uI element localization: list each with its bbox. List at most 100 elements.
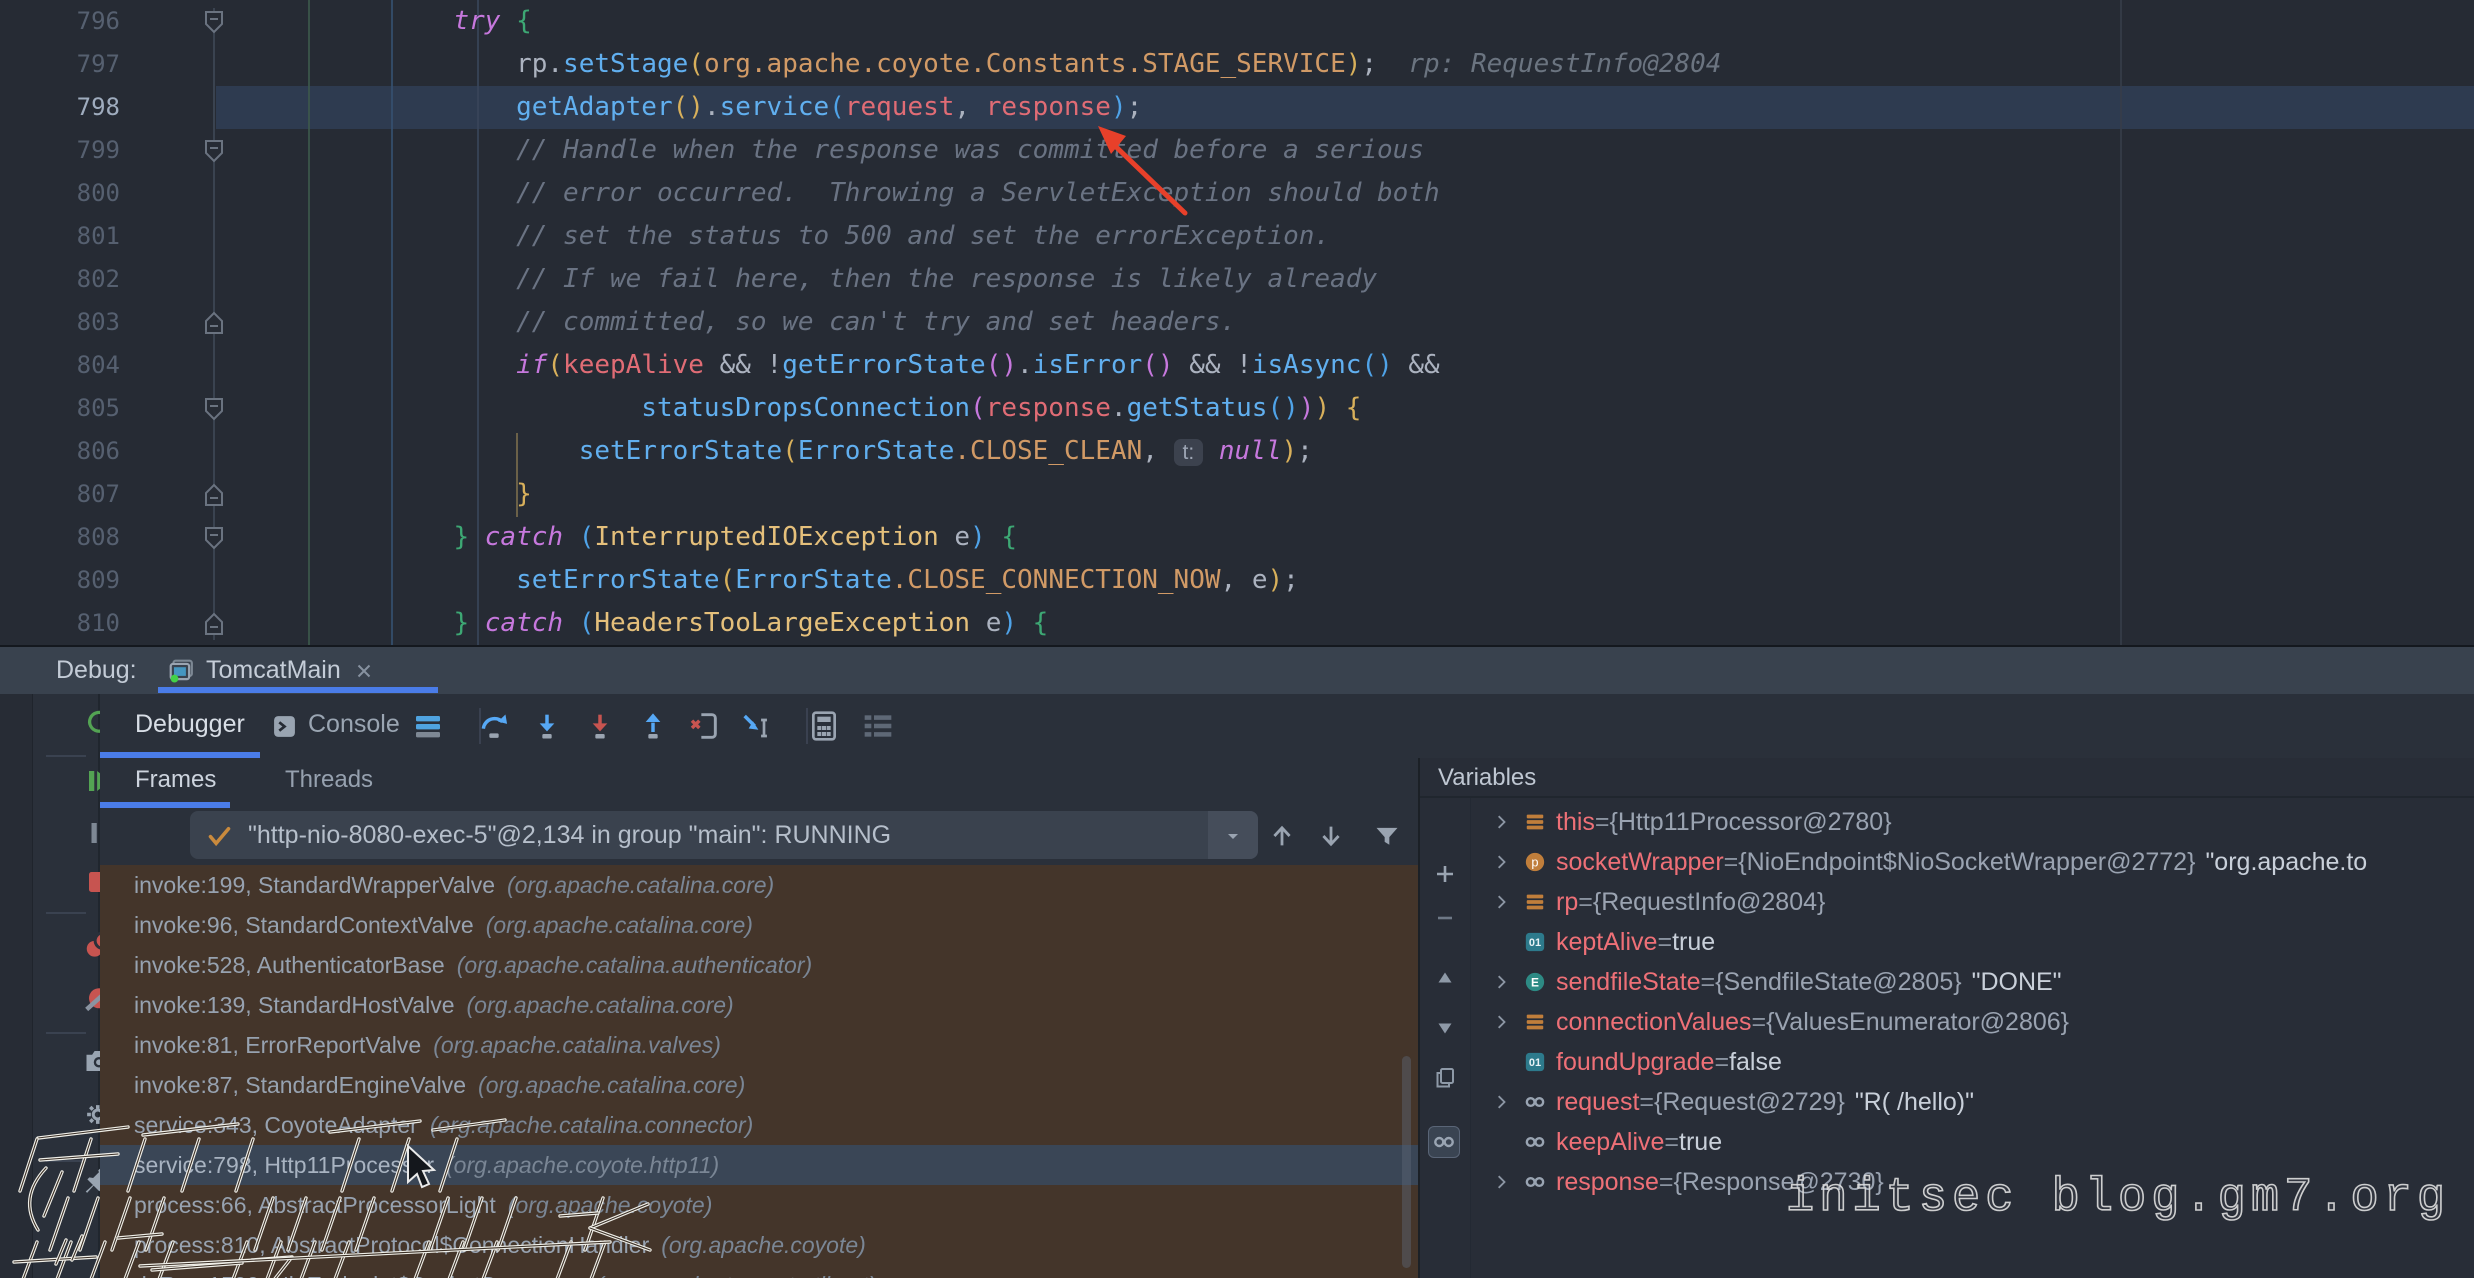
- force-step-into-icon[interactable]: [584, 710, 616, 742]
- prev-icon[interactable]: [1433, 966, 1457, 990]
- chevron-right-icon[interactable]: [1492, 1012, 1512, 1032]
- code-token: [203, 307, 516, 337]
- chevron-right-icon[interactable]: [1486, 812, 1518, 832]
- duplicate-icon[interactable]: [1433, 1066, 1457, 1090]
- step-out-icon[interactable]: [637, 710, 669, 742]
- evaluate-expression-icon[interactable]: [808, 710, 840, 742]
- code-editor[interactable]: 7967977987998008018028038048058068078088…: [0, 0, 2474, 645]
- variables-header: Variables: [1420, 758, 2474, 798]
- chevron-right-icon[interactable]: [1492, 892, 1512, 912]
- code-token: (): [1267, 393, 1298, 423]
- code-token: [203, 565, 516, 595]
- chevron-right-icon[interactable]: [1492, 1172, 1512, 1192]
- stack-frame-row[interactable]: service:798, Http11Processor(org.apache.…: [100, 1145, 1418, 1185]
- code-token: HeadersTooLargeException: [594, 608, 970, 638]
- chevron-right-icon[interactable]: [1492, 972, 1512, 992]
- toolbar-separator: [46, 912, 86, 914]
- chevron-right-icon[interactable]: [1486, 1092, 1518, 1112]
- drop-frame-icon[interactable]: [688, 710, 720, 742]
- chevron-right-icon[interactable]: [1492, 852, 1512, 872]
- layout-icon[interactable]: [412, 710, 444, 742]
- equals-sign: =: [1724, 848, 1739, 877]
- frame-package: (org.apache.catalina.authenticator): [457, 952, 812, 978]
- chevron-right-icon[interactable]: [1492, 812, 1512, 832]
- tab-threads[interactable]: Threads: [285, 758, 373, 802]
- nav-down-icon[interactable]: [1317, 822, 1345, 850]
- variable-row[interactable]: request = {Request@2729}"R( /hello)": [1470, 1082, 2474, 1122]
- trace-icon[interactable]: [862, 710, 894, 742]
- close-icon[interactable]: [353, 660, 375, 682]
- run-to-cursor-icon[interactable]: [740, 710, 772, 742]
- chevron-right-icon[interactable]: [1486, 852, 1518, 872]
- code-token: catch: [485, 522, 563, 552]
- frame-location: invoke:81, ErrorReportValve: [134, 1032, 421, 1058]
- line-number: 802: [0, 258, 120, 301]
- chevron-right-icon[interactable]: [1486, 972, 1518, 992]
- variable-row[interactable]: 01keptAlive = true: [1470, 922, 2474, 962]
- nav-up-icon[interactable]: [1268, 822, 1296, 850]
- variable-reference: {SendfileState@2805}: [1715, 968, 1961, 997]
- code-token: [203, 264, 516, 294]
- stack-frame-row[interactable]: process:810, AbstractProtocol$Connection…: [100, 1225, 1418, 1265]
- variable-row[interactable]: this = {Http11Processor@2780}: [1470, 802, 2474, 842]
- code-token: {: [1033, 608, 1049, 638]
- stack-frame-row[interactable]: invoke:81, ErrorReportValve(org.apache.c…: [100, 1025, 1418, 1065]
- thread-selector[interactable]: "http-nio-8080-exec-5"@2,134 in group "m…: [190, 811, 1258, 859]
- code-token: ErrorState: [735, 565, 892, 595]
- step-over-icon[interactable]: [478, 710, 510, 742]
- toolbar-separator: [46, 1160, 86, 1162]
- variable-name: foundUpgrade: [1556, 1048, 1714, 1077]
- step-into-icon[interactable]: [531, 710, 563, 742]
- code-token: ): [1282, 436, 1298, 466]
- variable-row[interactable]: 01foundUpgrade = false: [1470, 1042, 2474, 1082]
- variable-row[interactable]: rp = {RequestInfo@2804}: [1470, 882, 2474, 922]
- svg-text:01: 01: [1529, 937, 1541, 949]
- code-token: // error occurred. Throwing a ServletExc…: [516, 178, 1440, 208]
- line-number: 810: [0, 602, 120, 645]
- remove-icon[interactable]: [1433, 906, 1457, 930]
- chevron-right-icon[interactable]: [1486, 892, 1518, 912]
- tab-frames[interactable]: Frames: [135, 758, 216, 802]
- stack-frame-row[interactable]: invoke:528, AuthenticatorBase(org.apache…: [100, 945, 1418, 985]
- chevron-right-icon[interactable]: [1486, 1172, 1518, 1192]
- debug-label: Debug:: [56, 647, 137, 694]
- code-token: [986, 522, 1002, 552]
- filter-icon[interactable]: [1373, 822, 1401, 850]
- stack-frame-row[interactable]: invoke:96, StandardContextValve(org.apac…: [100, 905, 1418, 945]
- stack-frame-row[interactable]: service:343, CoyoteAdapter(org.apache.ca…: [100, 1105, 1418, 1145]
- variable-value: false: [1729, 1048, 1782, 1077]
- variables-title: Variables: [1438, 764, 1536, 791]
- variable-row[interactable]: connectionValues = {ValuesEnumerator@280…: [1470, 1002, 2474, 1042]
- scrollbar-thumb[interactable]: [1402, 1056, 1411, 1268]
- variable-row[interactable]: psocketWrapper = {NioEndpoint$NioSocketW…: [1470, 842, 2474, 882]
- next-icon[interactable]: [1433, 1016, 1457, 1040]
- frame-location: invoke:139, StandardHostValve: [134, 992, 455, 1018]
- chevron-right-icon[interactable]: [1486, 1012, 1518, 1032]
- code-token: .: [1111, 393, 1127, 423]
- code-line: getAdapter().service(request, response);: [203, 86, 1142, 129]
- tab-debugger[interactable]: Debugger: [135, 694, 245, 758]
- variable-reference: {Http11Processor@2780}: [1610, 808, 1892, 837]
- tab-console[interactable]: Console: [308, 694, 400, 758]
- code-token: [203, 6, 453, 36]
- stack-frame-row[interactable]: process:66, AbstractProcessorLight(org.a…: [100, 1185, 1418, 1225]
- show-watches-icon[interactable]: [1428, 1126, 1460, 1158]
- code-token: (): [986, 350, 1017, 380]
- variable-name: keptAlive: [1556, 928, 1657, 957]
- code-token: [563, 522, 579, 552]
- line-number: 807: [0, 473, 120, 516]
- stack-frame-row[interactable]: invoke:139, StandardHostValve(org.apache…: [100, 985, 1418, 1025]
- stack-frame-row[interactable]: doRun:1500, NioEndpoint$SocketProcessor(…: [100, 1265, 1418, 1278]
- code-token: [203, 522, 453, 552]
- chevron-right-icon[interactable]: [1492, 1092, 1512, 1112]
- line-number: 808: [0, 516, 120, 559]
- variable-row[interactable]: EsendfileState = {SendfileState@2805}"DO…: [1470, 962, 2474, 1002]
- code-token: ): [1111, 92, 1127, 122]
- stack-frame-row[interactable]: invoke:87, StandardEngineValve(org.apach…: [100, 1065, 1418, 1105]
- dropdown-button[interactable]: [1208, 811, 1258, 859]
- frame-package: (org.apache.catalina.core): [507, 872, 774, 898]
- run-configuration-icon: [168, 658, 194, 684]
- stack-frame-row[interactable]: invoke:199, StandardWrapperValve(org.apa…: [100, 865, 1418, 905]
- add-icon[interactable]: [1433, 862, 1457, 886]
- variable-row[interactable]: keepAlive = true: [1470, 1122, 2474, 1162]
